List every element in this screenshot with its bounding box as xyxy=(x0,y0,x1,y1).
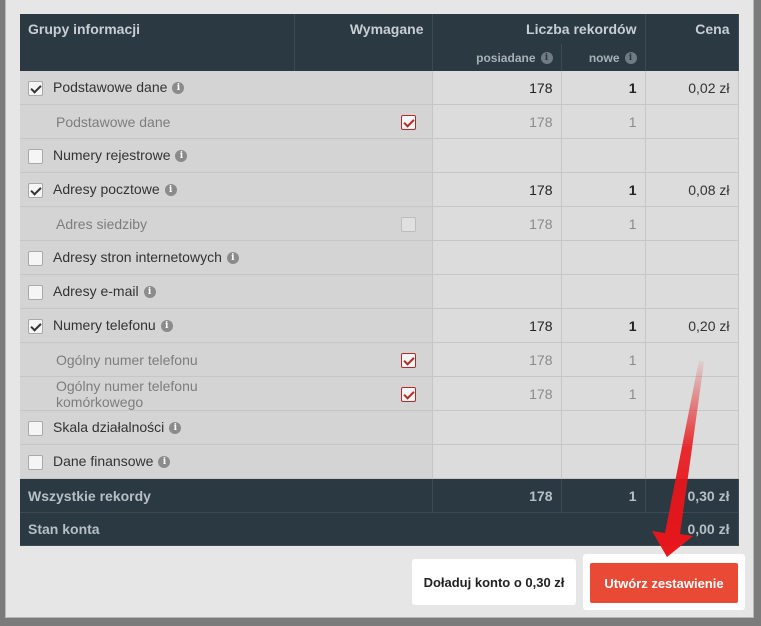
info-icon[interactable]: i xyxy=(172,82,185,95)
group-checkbox[interactable] xyxy=(28,454,43,470)
group-row: Podstawowe dane i 178 1 0,02 zł xyxy=(20,71,739,105)
subgroup-row: Ogólny numer telefonu 178 1 xyxy=(20,342,739,377)
info-icon[interactable]: i xyxy=(624,52,637,65)
price-value: 0,08 zł xyxy=(645,172,739,207)
info-icon[interactable]: i xyxy=(169,422,182,435)
new-count: 1 xyxy=(561,342,646,377)
owned-count xyxy=(432,240,562,275)
subgroup-label: Adres siedziby xyxy=(56,215,148,232)
new-count xyxy=(561,240,646,275)
total-new: 1 xyxy=(561,478,646,513)
info-icon[interactable]: i xyxy=(160,320,173,333)
group-row: Adresy e-mail i xyxy=(20,274,739,309)
group-label: Podstawowe dane xyxy=(53,79,168,96)
balance-value: 0,00 zł xyxy=(645,512,739,546)
new-count: 1 xyxy=(561,71,646,105)
subgroup-label: Ogólny numer telefonu xyxy=(56,351,198,368)
group-checkbox[interactable] xyxy=(28,148,43,164)
new-count xyxy=(561,138,646,173)
owned-count: 178 xyxy=(432,71,562,105)
group-row: Numery rejestrowe i xyxy=(20,138,739,173)
new-count: 1 xyxy=(561,308,646,343)
price-value xyxy=(645,444,739,479)
col-header-new: nowe i xyxy=(561,44,646,71)
info-icon[interactable]: i xyxy=(540,52,553,65)
group-label: Numery rejestrowe xyxy=(53,147,171,164)
price-value xyxy=(645,240,739,275)
price-value xyxy=(645,104,739,139)
required-checkbox[interactable] xyxy=(400,386,416,402)
price-value xyxy=(645,342,739,377)
group-label: Adresy pocztowe xyxy=(53,181,160,198)
col-header-price: Cena xyxy=(645,14,739,44)
info-icon[interactable]: i xyxy=(158,456,171,469)
subgroup-row: Podstawowe dane 178 1 xyxy=(20,104,739,139)
group-row: Adresy pocztowe i 178 1 0,08 zł xyxy=(20,172,739,207)
new-count: 1 xyxy=(561,172,646,207)
price-value xyxy=(645,138,739,173)
info-icon[interactable]: i xyxy=(164,184,177,197)
col-header-groups: Grupy informacji xyxy=(20,14,295,44)
owned-count: 178 xyxy=(432,376,562,411)
subgroup-label: Ogólny numer telefonu komórkowego xyxy=(56,377,198,410)
owned-count xyxy=(432,138,562,173)
total-price: 0,30 zł xyxy=(645,478,739,513)
total-owned: 178 xyxy=(432,478,562,513)
group-checkbox[interactable] xyxy=(28,318,43,334)
balance-label: Stan konta xyxy=(20,512,432,546)
group-label: Numery telefonu xyxy=(53,317,156,334)
total-label: Wszystkie rekordy xyxy=(20,478,294,513)
group-checkbox[interactable] xyxy=(28,250,43,266)
new-count: 1 xyxy=(561,376,646,411)
group-row: Dane finansowe i xyxy=(20,444,739,479)
subgroup-row: Ogólny numer telefonu komórkowego 178 1 xyxy=(20,376,739,411)
group-checkbox[interactable] xyxy=(28,284,43,300)
price-value: 0,20 zł xyxy=(645,308,739,343)
subgroup-row: Adres siedziby 178 1 xyxy=(20,206,739,241)
new-count xyxy=(561,444,646,479)
new-count xyxy=(561,410,646,445)
required-checkbox[interactable] xyxy=(400,114,416,130)
col-header-records: Liczba rekordów xyxy=(432,14,646,44)
info-icon[interactable]: i xyxy=(175,150,188,163)
price-value: 0,02 zł xyxy=(645,71,739,105)
owned-count: 178 xyxy=(432,342,562,377)
create-report-button[interactable]: Utwórz zestawienie xyxy=(590,563,738,603)
new-count: 1 xyxy=(561,206,646,241)
required-checkbox[interactable] xyxy=(400,216,416,232)
price-value xyxy=(645,376,739,411)
topup-button[interactable]: Doładuj konto o 0,30 zł xyxy=(412,559,576,605)
group-row: Adresy stron internetowych i xyxy=(20,240,739,275)
owned-count xyxy=(432,274,562,309)
owned-count: 178 xyxy=(432,172,562,207)
required-checkbox[interactable] xyxy=(400,352,416,368)
owned-count: 178 xyxy=(432,206,562,241)
col-header-required: Wymagane xyxy=(294,14,433,44)
group-label: Adresy e-mail xyxy=(53,283,139,300)
owned-count xyxy=(432,444,562,479)
group-checkbox[interactable] xyxy=(28,80,43,96)
group-checkbox[interactable] xyxy=(28,420,43,436)
subgroup-label: Podstawowe dane xyxy=(56,113,171,130)
price-value xyxy=(645,410,739,445)
price-value xyxy=(645,206,739,241)
balance-row: Stan konta 0,00 zł xyxy=(20,512,739,546)
col-header-owned: posiadane i xyxy=(432,44,562,71)
owned-count xyxy=(432,410,562,445)
new-count xyxy=(561,274,646,309)
info-icon[interactable]: i xyxy=(226,252,239,265)
group-checkbox[interactable] xyxy=(28,182,43,198)
new-count: 1 xyxy=(561,104,646,139)
price-value xyxy=(645,274,739,309)
group-row: Numery telefonu i 178 1 0,20 zł xyxy=(20,308,739,343)
owned-count: 178 xyxy=(432,308,562,343)
total-row: Wszystkie rekordy 178 1 0,30 zł xyxy=(20,478,739,513)
owned-count: 178 xyxy=(432,104,562,139)
info-groups-table: Grupy informacji Wymagane Liczba rekordó… xyxy=(20,14,739,546)
group-row: Skala działalności i xyxy=(20,410,739,445)
info-icon[interactable]: i xyxy=(143,286,156,299)
group-label: Adresy stron internetowych xyxy=(53,249,222,266)
group-label: Dane finansowe xyxy=(53,453,154,470)
group-label: Skala działalności xyxy=(53,419,165,436)
